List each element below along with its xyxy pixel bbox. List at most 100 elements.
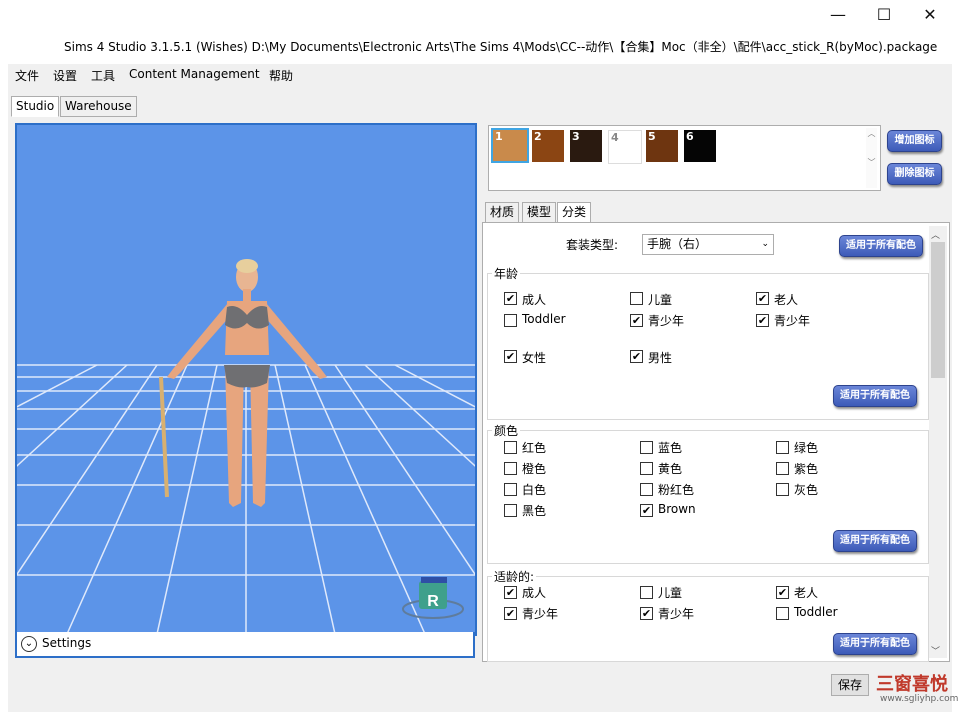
menu-settings[interactable]: 设置 [53, 67, 77, 84]
label-brown: Brown [658, 502, 696, 516]
label-green: 绿色 [794, 441, 819, 455]
settings-label: Settings [42, 636, 92, 650]
label-toddler: Toddler [522, 312, 566, 326]
3d-viewport[interactable]: R [15, 123, 477, 636]
menu-file[interactable]: 文件 [15, 67, 39, 84]
label-female: 女性 [522, 351, 547, 365]
swatch-label: 5 [648, 130, 656, 143]
checkbox-yellow[interactable] [640, 462, 653, 475]
save-button[interactable]: 保存 [831, 674, 869, 696]
remove-swatch-button[interactable]: 删除图标 [887, 163, 942, 185]
label-pink: 粉红色 [658, 483, 695, 497]
label-suit-adult: 成人 [522, 586, 547, 600]
checkbox-blue[interactable] [640, 441, 653, 454]
swatch-3[interactable]: 3 [570, 130, 602, 162]
watermark-logo: 三窗喜悦 [876, 674, 948, 695]
checkbox-teen[interactable]: ✔ [630, 314, 643, 327]
label-teen: 青少年 [648, 314, 685, 328]
menu-tools[interactable]: 工具 [91, 67, 115, 84]
checkbox-black[interactable] [504, 504, 517, 517]
age-apply-all-button[interactable]: 适用于所有配色 [833, 385, 917, 407]
suitable-apply-all-button[interactable]: 适用于所有配色 [833, 633, 917, 655]
checkbox-brown[interactable]: ✔ [640, 504, 653, 517]
swatch-label: 2 [534, 130, 542, 143]
swatch-2[interactable]: 2 [532, 130, 564, 162]
outfit-type-value: 手腕（右） [647, 237, 708, 251]
tab-category[interactable]: 分类 [557, 202, 592, 223]
checkbox-elder[interactable]: ✔ [756, 292, 769, 305]
checkbox-child[interactable] [630, 292, 643, 305]
outfit-apply-all-button[interactable]: 适用于所有配色 [839, 235, 923, 257]
checkbox-suit-young-adult[interactable]: ✔ [640, 607, 653, 620]
label-male: 男性 [648, 351, 673, 365]
checkbox-suit-elder[interactable]: ✔ [776, 586, 789, 599]
checkbox-suit-toddler[interactable] [776, 607, 789, 620]
label-young-adult: 青少年 [774, 314, 811, 328]
label-suit-young-adult: 青少年 [658, 607, 695, 621]
swatch-label: 6 [686, 130, 694, 143]
checkbox-red[interactable] [504, 441, 517, 454]
minimize-button[interactable]: — [816, 4, 860, 28]
tab-studio[interactable]: Studio [11, 96, 60, 117]
viewport-scene: R [17, 259, 475, 634]
checkbox-purple[interactable] [776, 462, 789, 475]
checkbox-suit-teen[interactable]: ✔ [504, 607, 517, 620]
checkbox-gray[interactable] [776, 483, 789, 496]
label-child: 儿童 [648, 293, 673, 307]
label-suit-teen: 青少年 [522, 607, 559, 621]
tab-model[interactable]: 模型 [522, 202, 557, 223]
swatch-scrollbar[interactable]: ︿ ﹀ [866, 128, 877, 188]
color-group-title: 颜色 [492, 422, 521, 439]
swatch-5[interactable]: 5 [646, 130, 678, 162]
menu-content-management[interactable]: Content Management [129, 67, 260, 81]
label-blue: 蓝色 [658, 441, 683, 455]
swatch-1[interactable]: 1 [491, 128, 529, 163]
checkbox-suit-child[interactable] [640, 586, 653, 599]
label-yellow: 黄色 [658, 462, 683, 476]
checkbox-male[interactable]: ✔ [630, 350, 643, 363]
label-suit-toddler: Toddler [794, 605, 838, 619]
label-red: 红色 [522, 441, 547, 455]
checkbox-suit-adult[interactable]: ✔ [504, 586, 517, 599]
swatch-4[interactable]: 4 [608, 130, 642, 164]
color-apply-all-button[interactable]: 适用于所有配色 [833, 530, 917, 552]
checkbox-toddler[interactable] [504, 314, 517, 327]
r-marker-label: R [427, 593, 439, 610]
chevron-down-icon[interactable]: ⌄ [21, 636, 37, 652]
label-white: 白色 [522, 483, 547, 497]
swatch-6[interactable]: 6 [684, 130, 716, 162]
chevron-down-icon: ⌄ [761, 239, 769, 249]
label-adult: 成人 [522, 293, 547, 307]
label-elder: 老人 [774, 293, 799, 307]
outfit-type-select[interactable]: 手腕（右） ⌄ [642, 234, 774, 255]
maximize-button[interactable]: ☐ [862, 4, 906, 28]
age-group-title: 年龄 [492, 265, 521, 282]
close-button[interactable]: ✕ [908, 4, 952, 28]
label-orange: 橙色 [522, 462, 547, 476]
menu-help[interactable]: 帮助 [269, 67, 293, 84]
checkbox-female[interactable]: ✔ [504, 350, 517, 363]
label-suit-child: 儿童 [658, 586, 683, 600]
tab-warehouse[interactable]: Warehouse [60, 96, 137, 117]
label-black: 黑色 [522, 504, 547, 518]
checkbox-pink[interactable] [640, 483, 653, 496]
suitable-age-title: 适龄的: [492, 568, 537, 585]
label-suit-elder: 老人 [794, 586, 819, 600]
outfit-type-label: 套装类型: [566, 238, 619, 252]
swatch-label: 3 [572, 130, 580, 143]
checkbox-young-adult[interactable]: ✔ [756, 314, 769, 327]
scroll-up-icon[interactable]: ︿ [931, 228, 940, 241]
scroll-thumb[interactable] [931, 242, 945, 378]
scroll-down-icon[interactable]: ﹀ [931, 644, 940, 657]
checkbox-white[interactable] [504, 483, 517, 496]
tab-material[interactable]: 材质 [485, 202, 520, 223]
checkbox-orange[interactable] [504, 462, 517, 475]
add-swatch-button[interactable]: 增加图标 [887, 130, 942, 152]
window-title: Sims 4 Studio 3.1.5.1 (Wishes) D:\My Doc… [64, 40, 938, 54]
label-purple: 紫色 [794, 462, 819, 476]
checkbox-green[interactable] [776, 441, 789, 454]
checkbox-adult[interactable]: ✔ [504, 292, 517, 305]
label-gray: 灰色 [794, 483, 819, 497]
viewport-settings-bar[interactable]: ⌄ Settings [15, 632, 475, 658]
swatch-label: 4 [611, 131, 619, 144]
